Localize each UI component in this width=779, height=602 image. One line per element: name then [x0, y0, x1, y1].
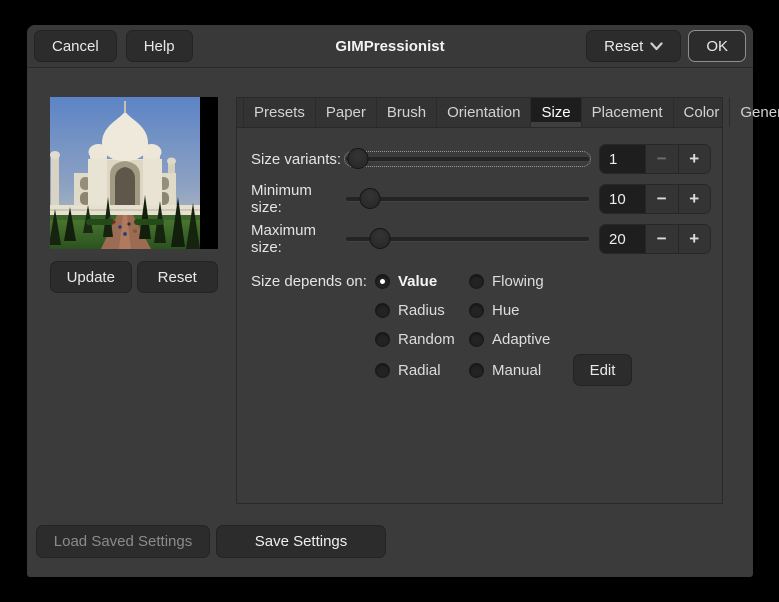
plus-icon: +: [689, 189, 699, 209]
ok-button[interactable]: OK: [688, 30, 746, 62]
update-preview-button[interactable]: Update: [50, 261, 132, 293]
size-depends-on-label: Size depends on:: [251, 267, 367, 296]
tab-presets[interactable]: Presets: [243, 98, 316, 127]
tab-bar: Presets Paper Brush Orientation Size Pla…: [237, 98, 722, 128]
minus-icon: −: [657, 189, 667, 209]
edit-manual-button[interactable]: Edit: [573, 354, 632, 386]
slider-track[interactable]: [346, 157, 589, 161]
minimum-size-slider[interactable]: [346, 184, 589, 214]
minimum-size-input[interactable]: [600, 185, 645, 213]
radio-icon: [375, 303, 390, 318]
radio-icon: [375, 363, 390, 378]
minimum-size-label: Minimum size:: [251, 182, 346, 216]
spin-minus-button[interactable]: −: [645, 145, 678, 173]
reset-preview-button[interactable]: Reset: [137, 261, 219, 293]
size-variants-slider[interactable]: [346, 144, 589, 174]
slider-knob[interactable]: [370, 228, 391, 249]
radio-icon: [469, 332, 484, 347]
slider-track[interactable]: [346, 197, 589, 201]
settings-notebook: Presets Paper Brush Orientation Size Pla…: [236, 97, 723, 504]
reset-dropdown-label: Reset: [604, 38, 643, 55]
radio-icon: [469, 303, 484, 318]
spin-minus-button[interactable]: −: [645, 225, 678, 253]
tab-placement[interactable]: Placement: [582, 98, 674, 127]
minus-icon: −: [657, 149, 667, 169]
radio-selected-icon: [375, 274, 390, 289]
minus-icon: −: [657, 229, 667, 249]
preview-image: [50, 97, 218, 249]
reset-dropdown-button[interactable]: Reset: [586, 30, 681, 62]
maximum-size-spinbox: − +: [599, 224, 711, 254]
radio-adaptive[interactable]: Adaptive: [469, 331, 563, 348]
tab-size[interactable]: Size: [531, 98, 581, 127]
titlebar: Cancel Help GIMPressionist Reset OK: [27, 25, 753, 68]
tab-orientation[interactable]: Orientation: [437, 98, 531, 127]
taj-mahal-illustration: [50, 97, 200, 249]
tab-brush[interactable]: Brush: [377, 98, 437, 127]
spin-plus-button[interactable]: +: [678, 145, 711, 173]
load-saved-settings-button[interactable]: Load Saved Settings: [36, 525, 210, 558]
maximum-size-label: Maximum size:: [251, 222, 346, 256]
help-button[interactable]: Help: [126, 30, 193, 62]
minimum-size-spinbox: − +: [599, 184, 711, 214]
cancel-button[interactable]: Cancel: [34, 30, 117, 62]
tab-color[interactable]: Color: [674, 98, 731, 127]
size-variants-spinbox: − +: [599, 144, 711, 174]
plus-icon: +: [689, 229, 699, 249]
size-tab-panel: Size variants: − + Minimum si: [237, 128, 722, 504]
size-variants-input[interactable]: [600, 145, 645, 173]
radio-flowing[interactable]: Flowing: [469, 273, 563, 290]
radio-value[interactable]: Value: [375, 273, 469, 290]
radio-icon: [469, 363, 484, 378]
chevron-down-icon: [650, 42, 663, 51]
radio-radius[interactable]: Radius: [375, 302, 469, 319]
slider-knob[interactable]: [360, 188, 381, 209]
size-depends-radio-group: Value Flowing Radius Hue: [375, 267, 632, 386]
spin-plus-button[interactable]: +: [678, 185, 711, 213]
gimpressionist-dialog: Cancel Help GIMPressionist Reset OK: [27, 25, 753, 577]
maximum-size-slider[interactable]: [346, 224, 589, 254]
radio-radial[interactable]: Radial: [375, 362, 469, 379]
radio-icon: [375, 332, 390, 347]
spin-minus-button[interactable]: −: [645, 185, 678, 213]
spin-plus-button[interactable]: +: [678, 225, 711, 253]
radio-icon: [469, 274, 484, 289]
tab-paper[interactable]: Paper: [316, 98, 377, 127]
radio-manual[interactable]: Manual: [469, 362, 563, 379]
save-settings-button[interactable]: Save Settings: [216, 525, 386, 558]
size-variants-label: Size variants:: [251, 151, 346, 168]
radio-hue[interactable]: Hue: [469, 302, 563, 319]
radio-random[interactable]: Random: [375, 331, 469, 348]
maximum-size-input[interactable]: [600, 225, 645, 253]
slider-knob[interactable]: [348, 148, 369, 169]
tab-general[interactable]: General: [730, 98, 779, 127]
plus-icon: +: [689, 149, 699, 169]
